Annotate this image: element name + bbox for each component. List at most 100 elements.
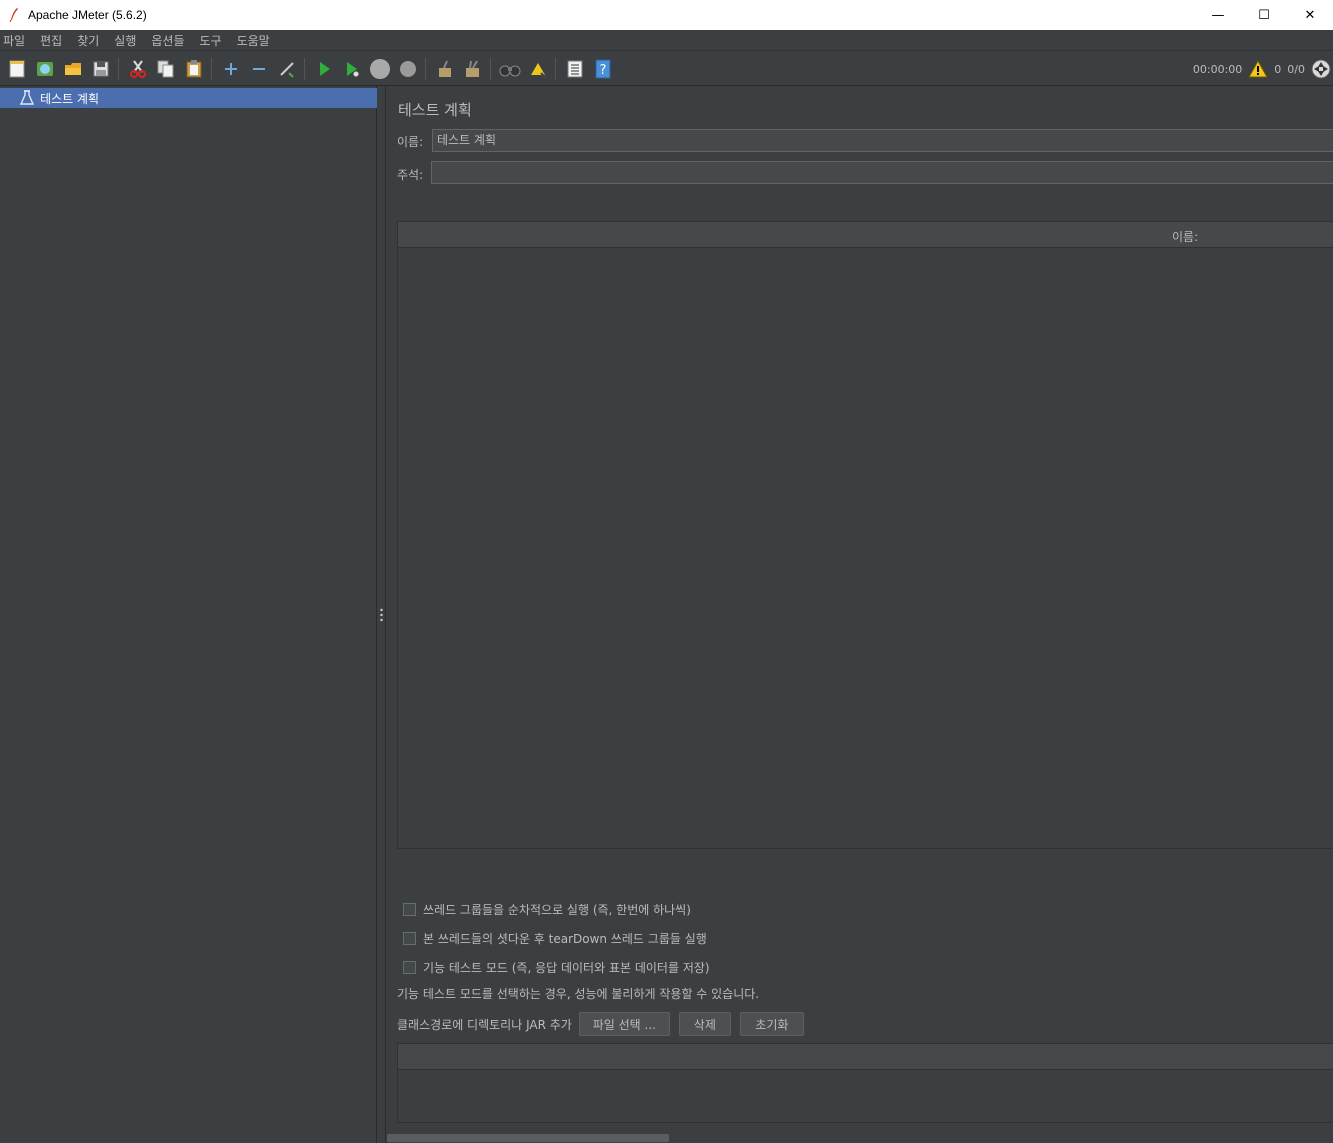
stop-icon (370, 58, 390, 79)
svg-text:?: ? (600, 63, 607, 78)
open-folder-icon (65, 62, 81, 75)
broom-all-icon (466, 60, 479, 77)
toolbar: ? 00:00:00 0 0/0 (0, 52, 1333, 86)
menu-bar: 파일 편집 찾기 실행 옵션들 도구 도움말 (0, 30, 1333, 51)
toolbar-separator (211, 57, 212, 80)
delete-button[interactable]: 삭제 (678, 1012, 731, 1036)
functional-mode-checkbox[interactable]: 기능 테스트 모드 (즉, 응답 데이터와 표본 데이터를 저장) (403, 959, 710, 976)
play-icon (320, 61, 330, 76)
warning-icon[interactable] (1248, 60, 1269, 78)
wand-icon (280, 61, 294, 78)
toolbar-separator (425, 57, 426, 80)
templates-button[interactable] (32, 56, 58, 82)
serialize-thread-groups-checkbox[interactable]: 쓰레드 그룹들을 순차적으로 실행 (즉, 한번에 하나씩) (403, 901, 691, 918)
clear-classpath-button[interactable]: 초기화 (739, 1012, 804, 1036)
checkbox-label: 기능 테스트 모드 (즉, 응답 데이터와 표본 데이터를 저장) (423, 961, 710, 975)
classpath-table[interactable] (397, 1043, 1333, 1123)
new-file-icon (9, 60, 25, 77)
start-no-pauses-button[interactable] (339, 56, 365, 82)
cut-button[interactable] (125, 56, 151, 82)
clear-all-button[interactable] (460, 56, 486, 82)
table-header (398, 1044, 1333, 1070)
window-controls: — ☐ ✕ (1195, 0, 1333, 30)
title-bar: Apache JMeter (5.6.2) — ☐ ✕ (0, 0, 1333, 30)
clear-button[interactable] (432, 56, 458, 82)
test-plan-tree[interactable]: 테스트 계획 (0, 86, 377, 1143)
toolbar-separator (118, 57, 119, 80)
copy-button[interactable] (153, 56, 179, 82)
horizontal-scrollbar[interactable] (387, 1133, 1333, 1143)
run-status: 00:00:00 0 0/0 (1193, 52, 1331, 86)
reset-search-button[interactable] (525, 56, 551, 82)
paste-button[interactable] (181, 56, 207, 82)
open-button[interactable] (60, 56, 86, 82)
copy-icon (157, 60, 174, 77)
scrollbar-thumb[interactable] (387, 1134, 669, 1142)
table-header: 이름: (398, 222, 1333, 248)
checkbox-box[interactable] (403, 932, 416, 945)
jmeter-feather-icon (9, 8, 18, 23)
stop-button[interactable] (367, 56, 393, 82)
toggle-button[interactable] (274, 56, 300, 82)
maximize-button[interactable]: ☐ (1241, 0, 1287, 30)
checkbox-label: 쓰레드 그룹들을 순차적으로 실행 (즉, 한번에 하나씩) (423, 903, 691, 917)
menu-search[interactable]: 찾기 (74, 32, 106, 49)
menu-edit[interactable]: 편집 (37, 32, 69, 49)
broom-icon (439, 60, 451, 77)
scissors-icon (130, 59, 146, 78)
shutdown-icon (400, 60, 416, 77)
help-icon: ? (595, 59, 611, 78)
tree-node-label: 테스트 계획 (40, 91, 100, 106)
minimize-button[interactable]: — (1195, 0, 1241, 30)
function-helper-button[interactable] (562, 56, 588, 82)
expand-all-button[interactable] (218, 56, 244, 82)
save-icon (93, 61, 109, 76)
collapse-all-button[interactable] (246, 56, 272, 82)
new-button[interactable] (4, 56, 30, 82)
plus-icon (225, 62, 237, 75)
browse-button[interactable]: 파일 선택 ... (578, 1012, 670, 1036)
start-button[interactable] (311, 56, 337, 82)
classpath-label: 클래스경로에 디렉토리나 JAR 추가 (397, 1017, 572, 1032)
toolbar-separator (490, 57, 491, 80)
menu-options[interactable]: 옵션들 (148, 32, 191, 49)
panel-title: 테스트 계획 (398, 101, 472, 119)
paste-icon (186, 59, 202, 77)
test-plan-icon (20, 90, 34, 105)
list-icon (567, 60, 583, 77)
checkbox-box[interactable] (403, 903, 416, 916)
close-button[interactable]: ✕ (1287, 0, 1333, 30)
toolbar-separator (555, 57, 556, 80)
name-input[interactable]: 테스트 계획 (432, 129, 1333, 152)
search-button[interactable] (497, 56, 523, 82)
test-plan-panel: 테스트 계획 이름: 테스트 계획 주석: 이름: 쓰레드 그룹들을 순차적으로… (387, 86, 1333, 1143)
menu-help[interactable]: 도움말 (234, 32, 277, 49)
tree-node-test-plan[interactable]: 테스트 계획 (0, 88, 377, 108)
templates-icon (37, 61, 53, 76)
menu-run[interactable]: 실행 (111, 32, 143, 49)
teardown-on-shutdown-checkbox[interactable]: 본 쓰레드들의 셧다운 후 tearDown 쓰레드 그룹들 실행 (403, 930, 707, 947)
menu-file[interactable]: 파일 (0, 32, 32, 49)
play-no-timers-icon (347, 61, 360, 77)
warning-count: 0 (1274, 62, 1282, 76)
classpath-row: 클래스경로에 디렉토리나 JAR 추가 파일 선택 ... 삭제 초기화 (397, 1012, 813, 1036)
save-button[interactable] (88, 56, 114, 82)
split-pane-divider[interactable] (377, 86, 386, 1143)
drag-handle-icon (380, 608, 383, 622)
comment-input[interactable] (431, 161, 1333, 184)
help-button[interactable]: ? (590, 56, 616, 82)
active-threads: 0/0 (1287, 62, 1305, 76)
name-label: 이름: (397, 135, 424, 149)
window-title: Apache JMeter (5.6.2) (28, 8, 147, 22)
toolbar-separator (304, 57, 305, 80)
shutdown-button[interactable] (395, 56, 421, 82)
checkbox-label: 본 쓰레드들의 셧다운 후 tearDown 쓰레드 그룹들 실행 (423, 932, 707, 946)
column-header-name: 이름: (1172, 230, 1199, 244)
elapsed-timer: 00:00:00 (1192, 62, 1243, 76)
user-variables-table[interactable]: 이름: (397, 221, 1333, 849)
functional-mode-note: 기능 테스트 모드를 선택하는 경우, 성능에 불리하게 작용할 수 있습니다. (397, 987, 760, 1001)
binoculars-icon (499, 65, 521, 76)
minus-icon (253, 67, 265, 70)
checkbox-box[interactable] (403, 961, 416, 974)
menu-tools[interactable]: 도구 (197, 32, 229, 49)
